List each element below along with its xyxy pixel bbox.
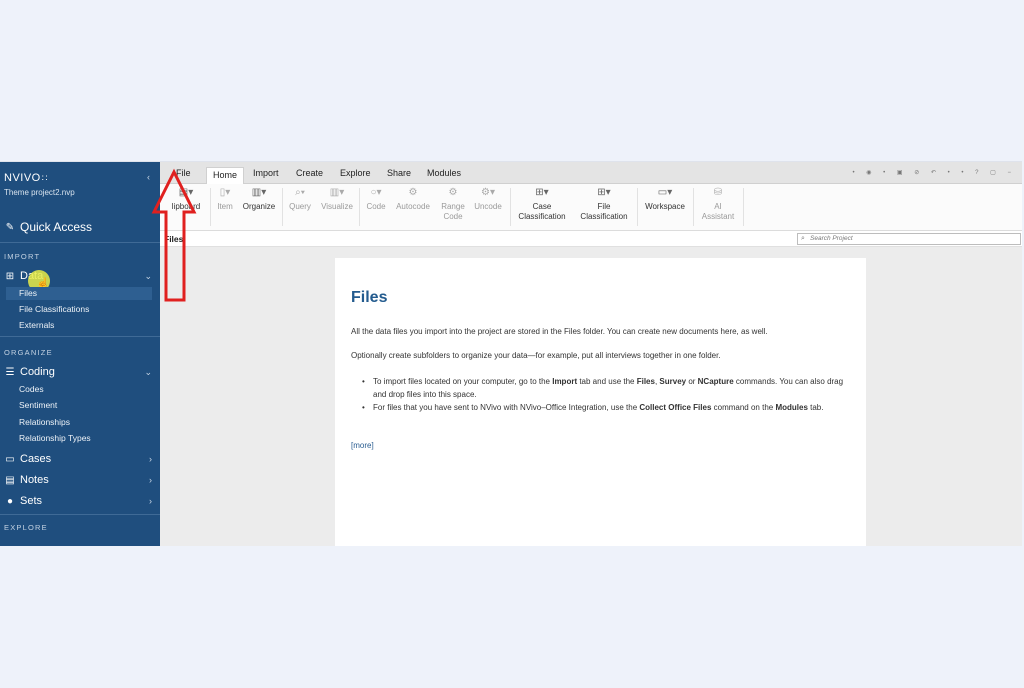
- sidebar-group-sets[interactable]: ● Sets ›: [4, 495, 156, 507]
- main-content: Files All the data files you import into…: [160, 247, 1022, 546]
- list-item: • To import files located on your compute…: [362, 377, 844, 399]
- intro-paragraph: All the data files you import into the p…: [351, 327, 768, 336]
- divider: [0, 336, 160, 337]
- chevron-down-icon: ⌄: [144, 366, 152, 377]
- section-organize: ORGANIZE: [4, 348, 53, 357]
- chevron-right-icon: ›: [149, 454, 152, 464]
- file-classification-button[interactable]: ⊞▾ File Classification: [576, 188, 632, 222]
- list-item: • For files that you have sent to NVivo w…: [362, 403, 824, 412]
- organize-button[interactable]: ▥▾ Organize: [239, 188, 279, 212]
- tab-import[interactable]: Import: [247, 166, 285, 180]
- files-info-card: Files All the data files you import into…: [335, 258, 866, 546]
- subfolder-paragraph: Optionally create subfolders to organize…: [351, 351, 721, 360]
- document-icon: ▯▾: [219, 187, 231, 198]
- notes-icon: ▤: [5, 474, 15, 486]
- window-controls[interactable]: • ◉ • ▣ ⊘ ↶ • • ? ▢ −: [852, 169, 1016, 176]
- uncode-button[interactable]: ⚙▾ Uncode: [471, 188, 505, 212]
- divider: [0, 242, 160, 243]
- data-icon: ⊞: [5, 270, 15, 282]
- sidebar-item-relationship-types[interactable]: Relationship Types: [19, 433, 91, 443]
- code-icon: ○▾: [370, 187, 382, 198]
- autocode-icon: ⚙: [408, 187, 418, 198]
- sidebar-group-notes[interactable]: ▤ Notes ›: [4, 474, 156, 486]
- sidebar-item-file-classifications[interactable]: File Classifications: [19, 304, 89, 314]
- workspace-button[interactable]: ▭▾ Workspace: [641, 188, 689, 212]
- case-classification-icon: ⊞▾: [535, 187, 549, 198]
- tab-home[interactable]: Home: [206, 167, 245, 184]
- sidebar-item-relationships[interactable]: Relationships: [19, 417, 70, 427]
- workspace-icon: ▭▾: [657, 187, 673, 198]
- pin-icon: ✎: [5, 221, 15, 233]
- tab-share[interactable]: Share: [381, 166, 417, 180]
- autocode-button[interactable]: ⚙ Autocode: [392, 188, 434, 212]
- sidebar-item-codes[interactable]: Codes: [19, 384, 44, 394]
- sidebar-item-externals[interactable]: Externals: [19, 320, 54, 330]
- logo-mark: ∷: [41, 173, 48, 183]
- section-explore: EXPLORE: [4, 523, 48, 532]
- range-code-icon: ⚙: [448, 187, 458, 198]
- more-link[interactable]: [more]: [351, 441, 374, 450]
- path-bar: Files ⌕ Search Project: [160, 231, 1022, 247]
- case-classification-button[interactable]: ⊞▾ Case Classification: [514, 188, 570, 222]
- cases-icon: ▭: [5, 453, 15, 465]
- magnifier-icon: ⌕▾: [295, 187, 305, 198]
- tab-create[interactable]: Create: [290, 166, 329, 180]
- ai-assistant-button[interactable]: ⛁ AI Assistant: [697, 188, 739, 222]
- ai-assistant-icon: ⛁: [713, 187, 723, 198]
- divider: [0, 514, 160, 515]
- uncode-icon: ⚙▾: [481, 187, 495, 198]
- chevron-right-icon: ›: [149, 475, 152, 485]
- file-classification-icon: ⊞▾: [597, 187, 611, 198]
- section-import: IMPORT: [4, 252, 41, 261]
- search-input[interactable]: ⌕ Search Project: [797, 233, 1021, 245]
- sidebar-item-sentiment[interactable]: Sentiment: [19, 400, 57, 410]
- organize-icon: ▥▾: [251, 187, 267, 198]
- project-name: Theme project2.nvp: [4, 188, 75, 197]
- sidebar-group-coding[interactable]: ☰ Coding ⌄: [4, 366, 156, 378]
- red-arrow-annotation: [151, 168, 197, 302]
- tab-modules[interactable]: Modules: [421, 166, 467, 180]
- item-button[interactable]: ▯▾ Item: [214, 188, 236, 212]
- query-button[interactable]: ⌕▾ Query: [285, 188, 315, 212]
- visualize-button[interactable]: ▥▾ Visualize: [318, 188, 356, 212]
- range-code-button[interactable]: ⚙ Range Code: [437, 188, 469, 222]
- sets-icon: ●: [6, 495, 14, 507]
- tab-explore[interactable]: Explore: [334, 166, 377, 180]
- sidebar-item-files[interactable]: Files: [6, 287, 152, 300]
- sidebar-group-data[interactable]: ⊞Data⌄: [4, 270, 156, 282]
- coding-icon: ☰: [5, 366, 15, 378]
- ribbon-toolbar: ▤▾ lipboard ▯▾ Item ▥▾ Organize ⌕▾ Query ▥▾ V…: [160, 184, 1022, 231]
- sidebar: NVIVO∷ Theme project2.nvp ‹ ✎ Quick Acces…: [0, 162, 160, 546]
- ribbon-tabs: File Home Import Create Explore Share Mo…: [160, 162, 1022, 184]
- search-icon: ⌕: [801, 235, 805, 242]
- page-title: Files: [351, 289, 388, 306]
- chart-icon: ▥▾: [329, 187, 345, 198]
- quick-access[interactable]: ✎ Quick Access: [4, 220, 92, 234]
- nvivo-logo: NVIVO∷: [4, 172, 48, 184]
- code-button[interactable]: ○▾ Code: [363, 188, 389, 212]
- chevron-right-icon: ›: [149, 496, 152, 506]
- sidebar-group-cases[interactable]: ▭ Cases ›: [4, 453, 156, 465]
